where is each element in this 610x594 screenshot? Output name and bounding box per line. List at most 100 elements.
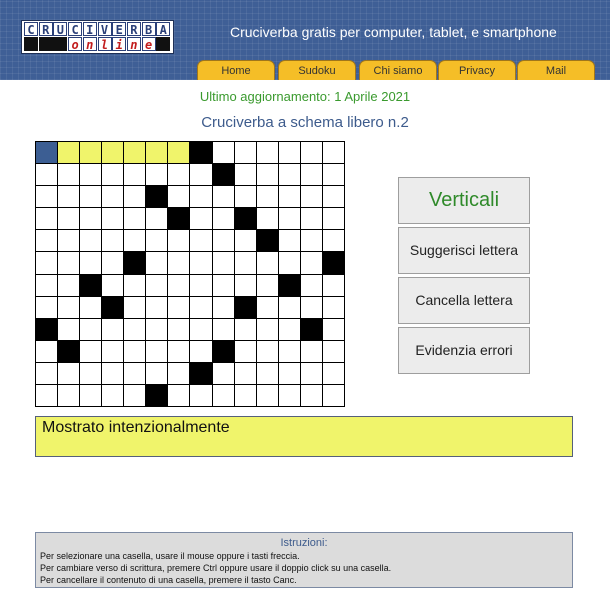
- grid-cell[interactable]: [168, 362, 190, 384]
- grid-cell[interactable]: [256, 274, 278, 296]
- grid-cell[interactable]: [168, 384, 190, 406]
- grid-cell[interactable]: [124, 340, 146, 362]
- grid-cell[interactable]: [300, 362, 322, 384]
- grid-cell[interactable]: [300, 340, 322, 362]
- grid-cell-selected[interactable]: [36, 142, 58, 164]
- grid-cell[interactable]: [168, 230, 190, 252]
- grid-cell-highlighted[interactable]: [102, 142, 124, 164]
- grid-cell-highlighted[interactable]: [146, 142, 168, 164]
- grid-cell[interactable]: [124, 362, 146, 384]
- grid-cell[interactable]: [36, 208, 58, 230]
- grid-cell[interactable]: [212, 252, 234, 274]
- grid-cell[interactable]: [146, 252, 168, 274]
- grid-cell[interactable]: [190, 340, 212, 362]
- highlight-errors-button[interactable]: Evidenzia errori: [398, 327, 530, 374]
- grid-cell[interactable]: [36, 164, 58, 186]
- grid-cell[interactable]: [256, 384, 278, 406]
- grid-cell[interactable]: [278, 164, 300, 186]
- grid-cell[interactable]: [234, 252, 256, 274]
- grid-cell[interactable]: [190, 384, 212, 406]
- grid-cell[interactable]: [212, 384, 234, 406]
- grid-cell[interactable]: [190, 318, 212, 340]
- grid-cell[interactable]: [58, 362, 80, 384]
- grid-cell[interactable]: [146, 362, 168, 384]
- grid-cell[interactable]: [58, 164, 80, 186]
- grid-cell[interactable]: [146, 318, 168, 340]
- grid-cell[interactable]: [80, 296, 102, 318]
- grid-cell-highlighted[interactable]: [80, 142, 102, 164]
- grid-cell[interactable]: [256, 318, 278, 340]
- grid-cell[interactable]: [168, 274, 190, 296]
- site-logo[interactable]: CRUCIVERBAonline: [21, 20, 174, 54]
- grid-cell[interactable]: [278, 230, 300, 252]
- grid-cell[interactable]: [300, 186, 322, 208]
- grid-cell[interactable]: [168, 186, 190, 208]
- grid-cell[interactable]: [190, 230, 212, 252]
- grid-cell[interactable]: [278, 384, 300, 406]
- grid-cell[interactable]: [102, 186, 124, 208]
- grid-cell[interactable]: [212, 296, 234, 318]
- grid-cell[interactable]: [190, 274, 212, 296]
- grid-cell[interactable]: [80, 318, 102, 340]
- grid-cell[interactable]: [80, 252, 102, 274]
- grid-cell[interactable]: [124, 164, 146, 186]
- grid-cell[interactable]: [58, 230, 80, 252]
- grid-cell[interactable]: [234, 230, 256, 252]
- nav-tab-sudoku[interactable]: Sudoku: [278, 60, 356, 80]
- grid-cell[interactable]: [212, 230, 234, 252]
- grid-cell[interactable]: [80, 230, 102, 252]
- grid-cell[interactable]: [212, 362, 234, 384]
- grid-cell[interactable]: [124, 318, 146, 340]
- grid-cell[interactable]: [256, 296, 278, 318]
- grid-cell[interactable]: [124, 274, 146, 296]
- grid-cell[interactable]: [58, 274, 80, 296]
- grid-cell[interactable]: [322, 208, 344, 230]
- grid-cell[interactable]: [102, 230, 124, 252]
- grid-cell[interactable]: [102, 274, 124, 296]
- grid-cell[interactable]: [300, 208, 322, 230]
- grid-cell[interactable]: [80, 362, 102, 384]
- grid-cell[interactable]: [102, 318, 124, 340]
- clear-letter-button[interactable]: Cancella lettera: [398, 277, 530, 324]
- grid-cell[interactable]: [168, 340, 190, 362]
- grid-cell[interactable]: [36, 186, 58, 208]
- grid-cell[interactable]: [146, 208, 168, 230]
- grid-cell[interactable]: [36, 362, 58, 384]
- grid-cell[interactable]: [168, 296, 190, 318]
- grid-cell[interactable]: [322, 274, 344, 296]
- grid-cell[interactable]: [322, 230, 344, 252]
- grid-cell[interactable]: [190, 186, 212, 208]
- grid-cell[interactable]: [58, 252, 80, 274]
- grid-cell[interactable]: [190, 164, 212, 186]
- grid-cell[interactable]: [234, 384, 256, 406]
- grid-cell[interactable]: [300, 296, 322, 318]
- grid-cell[interactable]: [300, 384, 322, 406]
- grid-cell[interactable]: [256, 142, 278, 164]
- grid-cell[interactable]: [278, 252, 300, 274]
- grid-cell[interactable]: [278, 362, 300, 384]
- grid-cell[interactable]: [36, 230, 58, 252]
- grid-cell[interactable]: [190, 296, 212, 318]
- grid-cell[interactable]: [322, 340, 344, 362]
- grid-cell[interactable]: [234, 274, 256, 296]
- grid-cell[interactable]: [300, 164, 322, 186]
- grid-cell[interactable]: [300, 142, 322, 164]
- grid-cell[interactable]: [124, 208, 146, 230]
- grid-cell[interactable]: [278, 142, 300, 164]
- grid-cell[interactable]: [80, 186, 102, 208]
- grid-cell[interactable]: [256, 252, 278, 274]
- grid-cell[interactable]: [300, 230, 322, 252]
- grid-cell[interactable]: [212, 142, 234, 164]
- grid-cell[interactable]: [212, 318, 234, 340]
- nav-tab-home[interactable]: Home: [197, 60, 275, 80]
- grid-cell[interactable]: [322, 164, 344, 186]
- grid-cell[interactable]: [300, 274, 322, 296]
- grid-cell[interactable]: [58, 384, 80, 406]
- grid-cell[interactable]: [36, 384, 58, 406]
- grid-cell[interactable]: [212, 208, 234, 230]
- grid-cell[interactable]: [234, 362, 256, 384]
- grid-cell-highlighted[interactable]: [168, 142, 190, 164]
- grid-cell[interactable]: [234, 142, 256, 164]
- grid-cell[interactable]: [278, 186, 300, 208]
- grid-cell[interactable]: [322, 296, 344, 318]
